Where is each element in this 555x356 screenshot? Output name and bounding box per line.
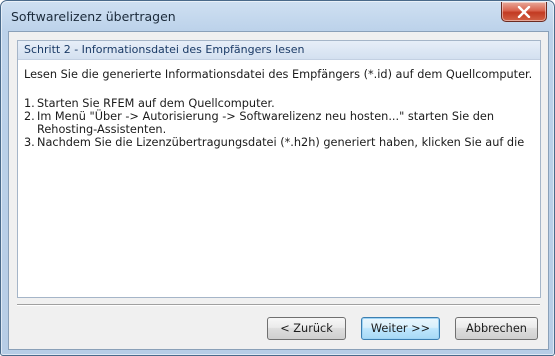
window-title: Softwarelizenz übertragen <box>11 9 176 24</box>
instruction-list: 1. Starten Sie RFEM auf dem Quellcompute… <box>24 97 534 149</box>
step-intro-text: Lesen Sie die generierte Informationsdat… <box>24 68 533 81</box>
list-item-number: 1. <box>24 97 35 110</box>
next-button[interactable]: Weiter >> <box>361 317 440 340</box>
list-item-number: 3. <box>24 136 35 149</box>
close-button[interactable] <box>501 2 547 22</box>
list-item-number: 2. <box>24 110 35 123</box>
step-header: Schritt 2 - Informationsdatei des Empfän… <box>18 41 540 60</box>
list-item: 1. Starten Sie RFEM auf dem Quellcompute… <box>24 97 534 110</box>
back-button[interactable]: < Zurück <box>267 317 346 340</box>
list-item: 3. Nachdem Sie die Lizenzübertragungsdat… <box>24 136 534 149</box>
list-item: 2. Im Menü "Über -> Autorisierung -> Sof… <box>24 110 534 136</box>
dialog-client-area: Schritt 2 - Informationsdatei des Empfän… <box>8 31 549 350</box>
list-item-text: Im Menü "Über -> Autorisierung -> Softwa… <box>37 110 495 136</box>
cancel-button[interactable]: Abbrechen <box>455 317 538 340</box>
dialog-window: Softwarelizenz übertragen Schritt 2 - In… <box>0 0 555 356</box>
list-item-text: Nachdem Sie die Lizenzübertragungsdatei … <box>37 136 525 149</box>
list-item-text: Starten Sie RFEM auf dem Quellcomputer. <box>37 97 275 110</box>
step-panel: Schritt 2 - Informationsdatei des Empfän… <box>17 40 541 298</box>
button-separator <box>17 304 540 306</box>
title-bar[interactable]: Softwarelizenz übertragen <box>1 1 554 31</box>
close-icon <box>517 6 531 18</box>
